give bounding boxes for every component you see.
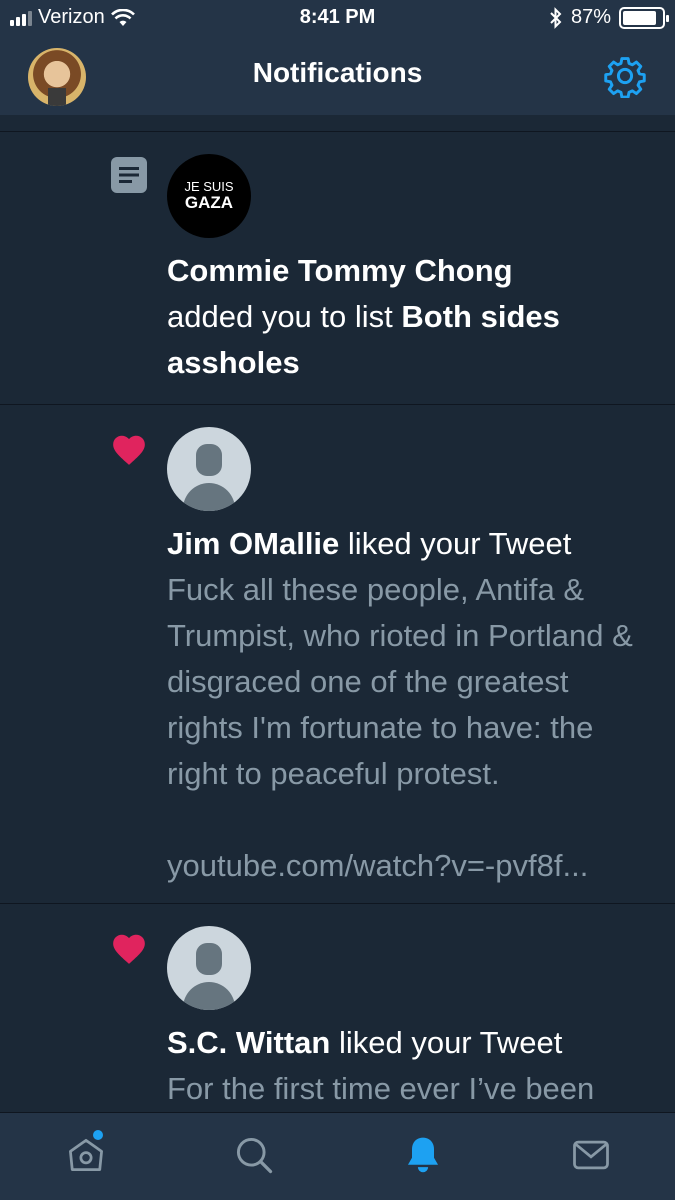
page-title: Notifications: [252, 57, 423, 88]
notification-text: Commie Tommy Chong added you to list Bot…: [167, 248, 651, 386]
tweet-text[interactable]: Fuck all these people, Antifa & Trumpist…: [167, 567, 651, 797]
avatar[interactable]: [167, 427, 251, 511]
heart-icon: [113, 934, 145, 964]
tab-bar: [0, 1112, 675, 1200]
notifications-bell-icon: [407, 1137, 439, 1173]
actor-name[interactable]: Jim OMallie: [167, 526, 339, 561]
tweet-link[interactable]: youtube.com/watch?v=-pvf8f...: [167, 843, 651, 889]
notification-like[interactable]: S.C. Wittan liked your Tweet For the fir…: [0, 904, 675, 1112]
battery-icon: [619, 6, 669, 29]
avatar-text-line1: JE SUIS: [184, 179, 234, 194]
notification-text: Jim OMallie liked your Tweet: [167, 521, 651, 567]
action-text: added you to list: [167, 299, 393, 334]
new-content-dot: [93, 1130, 103, 1140]
avatar-text-line2: GAZA: [184, 193, 234, 212]
battery-fill: [623, 10, 657, 25]
actor-name[interactable]: Commie Tommy Chong: [167, 253, 513, 288]
search-icon: [236, 1137, 273, 1174]
notification-like[interactable]: Jim OMallie liked your Tweet Fuck all th…: [0, 405, 675, 904]
heart-icon: [113, 435, 145, 465]
messages-icon: [573, 1140, 609, 1170]
tweet-text[interactable]: For the first time ever I’ve been called…: [167, 1066, 651, 1112]
header: Notifications: [0, 40, 675, 115]
action-text: liked your Tweet: [338, 1025, 563, 1060]
list-icon: [111, 157, 147, 193]
home-icon: [69, 1138, 103, 1172]
battery-percent: 87%: [570, 6, 611, 28]
status-bar: Verizon 8:41 PM 87%: [0, 0, 675, 40]
notifications-feed[interactable]: JE SUIS GAZA Commie Tommy Chong added yo…: [0, 115, 675, 1112]
tab-notifications[interactable]: [401, 1133, 445, 1177]
tab-messages[interactable]: [569, 1133, 613, 1177]
gear-icon[interactable]: [603, 54, 647, 98]
status-right: 87%: [549, 6, 669, 29]
notification-list-add[interactable]: JE SUIS GAZA Commie Tommy Chong added yo…: [0, 132, 675, 405]
tab-search[interactable]: [232, 1133, 276, 1177]
avatar[interactable]: [167, 926, 251, 1010]
tab-home[interactable]: [64, 1130, 108, 1177]
action-text: liked your Tweet: [347, 526, 572, 561]
bluetooth-icon: [550, 6, 562, 29]
actor-name[interactable]: S.C. Wittan: [167, 1025, 330, 1060]
notification-text: S.C. Wittan liked your Tweet: [167, 1020, 651, 1066]
avatar[interactable]: JE SUIS GAZA: [167, 154, 251, 238]
